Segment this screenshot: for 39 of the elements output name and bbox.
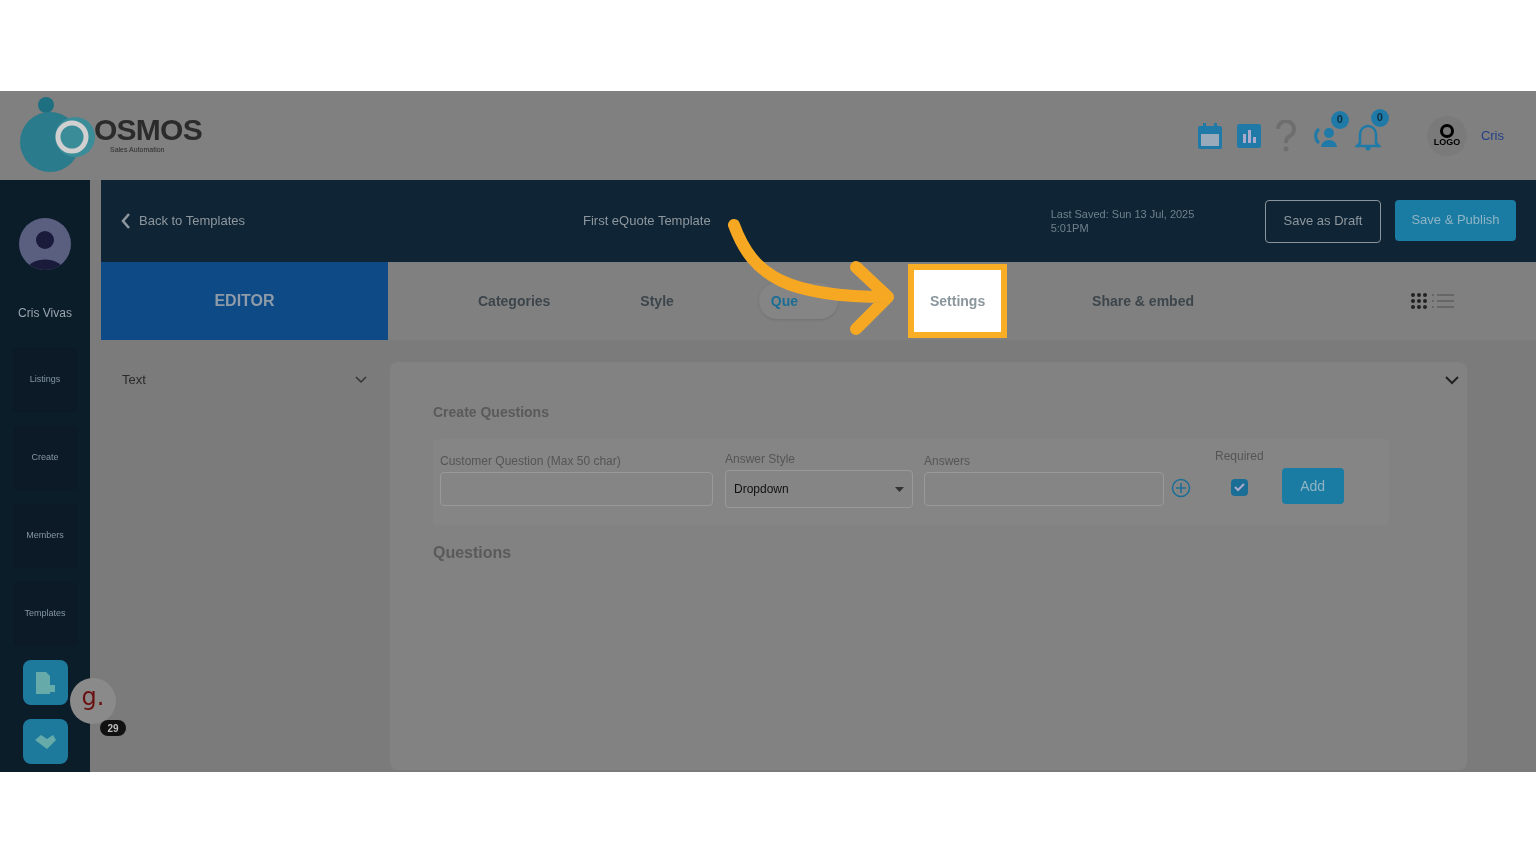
back-link[interactable]: Back to Templates bbox=[121, 211, 245, 231]
text-section-toggle[interactable]: Text bbox=[122, 370, 367, 390]
account-logo[interactable]: LOGO bbox=[1426, 115, 1467, 156]
document-icon bbox=[34, 670, 56, 695]
count-badge: 0 bbox=[1330, 110, 1349, 129]
count-badge: 0 bbox=[1370, 108, 1389, 127]
brand-name: OSMOS bbox=[94, 115, 202, 146]
sidebar-item[interactable]: Templates bbox=[13, 582, 77, 646]
sidebar-item[interactable]: Listings bbox=[13, 348, 77, 412]
draft-button[interactable]: Save as Draft bbox=[1265, 199, 1381, 243]
user-avatar[interactable] bbox=[19, 218, 71, 270]
editor-tab[interactable]: EDITOR bbox=[101, 262, 388, 340]
handshake-shortcut[interactable] bbox=[22, 719, 68, 764]
required-checkbox[interactable] bbox=[1230, 479, 1248, 496]
dropdown-caret-icon bbox=[895, 486, 904, 492]
document-shortcut[interactable] bbox=[22, 660, 68, 705]
template-title: First eQuote Template bbox=[583, 212, 711, 231]
last-saved-text: Last Saved: Sun 13 Jul, 2025 5:01PM bbox=[1050, 207, 1196, 235]
sidebar-item[interactable]: Members bbox=[13, 504, 77, 568]
tab[interactable]: Categories bbox=[478, 290, 551, 312]
grid-view-icon[interactable] bbox=[1410, 292, 1428, 310]
answer-style-dropdown[interactable]: Dropdown bbox=[725, 470, 913, 508]
chevron-down-icon bbox=[355, 375, 367, 384]
sidebar-item[interactable]: Create bbox=[13, 426, 77, 490]
chat-widget[interactable]: g. bbox=[70, 678, 116, 724]
calendar-icon[interactable] bbox=[1196, 121, 1223, 150]
chevron-left-icon bbox=[121, 212, 131, 230]
add-answer-icon[interactable] bbox=[1171, 478, 1191, 498]
user-name: Cris Vivas bbox=[18, 305, 72, 322]
publish-button[interactable]: Save & Publish bbox=[1395, 199, 1516, 241]
account-name[interactable]: Cris bbox=[1480, 125, 1504, 146]
chevron-down-icon[interactable] bbox=[1445, 376, 1459, 385]
check-icon bbox=[1233, 483, 1245, 492]
bar-chart-icon[interactable] bbox=[1236, 123, 1261, 148]
chat-count-badge: 29 bbox=[100, 720, 126, 736]
tab[interactable]: Settings bbox=[908, 264, 1008, 338]
tab[interactable]: Share & embed bbox=[1092, 290, 1194, 312]
add-button[interactable]: Add bbox=[1281, 468, 1344, 504]
tab[interactable]: Style bbox=[640, 290, 674, 312]
